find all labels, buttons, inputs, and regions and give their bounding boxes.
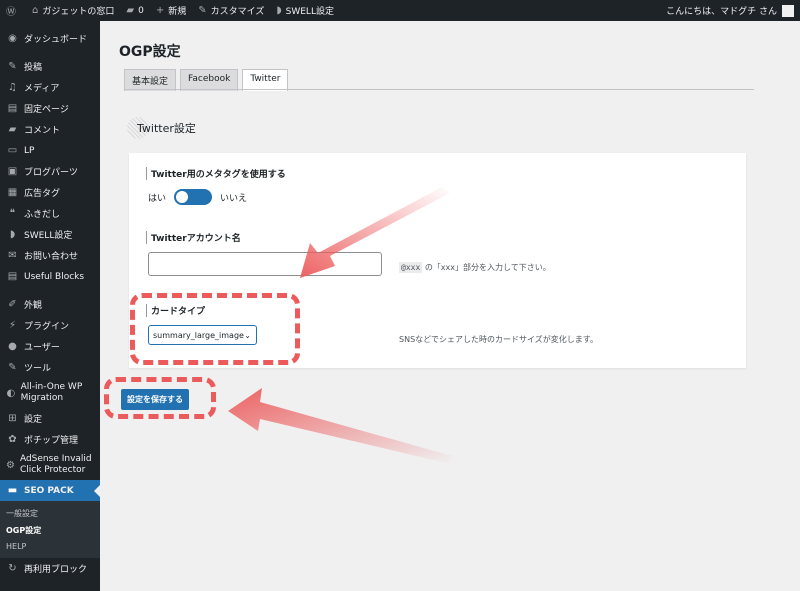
sidebar-separator	[0, 287, 100, 294]
sidebar-item-label: 投稿	[24, 63, 43, 73]
admin-bar: Ⓦ ⌂ ガジェットの窓口 ▰ 0 + 新規 ✎ カスタマイズ ◗ SWELL設定 こんにち…	[0, 0, 800, 21]
sidebar-item-adsense[interactable]: ⚙ AdSense Invalid Click Protector	[0, 450, 100, 480]
site-name: ガジェットの窓口	[42, 7, 115, 17]
blocks-icon: ▤	[7, 271, 18, 282]
comment-icon: ▰	[8, 124, 17, 135]
balloon-icon: ❝	[9, 208, 16, 219]
sidebar-item-label: SWELL設定	[24, 231, 73, 241]
sidebar-item-reusable-blocks[interactable]: ↻ 再利用ブロック	[0, 558, 100, 579]
swell-icon: ◗	[276, 5, 282, 16]
sidebar-item-label: 固定ページ	[24, 105, 69, 115]
annotation-arrows	[228, 187, 452, 464]
comment-icon: ▰	[126, 5, 135, 16]
pin-icon: ✎	[8, 61, 17, 72]
main-content: OGP設定 基本設定 Facebook Twitter Twitter設定 Tw…	[100, 21, 800, 591]
migration-icon: ◐	[6, 387, 16, 399]
sidebar-item-migration[interactable]: ◐ All-in-One WP Migration	[0, 378, 100, 408]
arrow-to-account-field	[300, 187, 450, 278]
sidebar-item-comments[interactable]: ▰ コメント	[0, 119, 100, 140]
new-label: 新規	[168, 7, 187, 17]
sidebar-item-dashboard[interactable]: ◉ ダッシュボード	[0, 27, 100, 49]
sidebar-item-tools[interactable]: ✎ ツール	[0, 357, 100, 378]
swell-icon: ◗	[9, 229, 16, 240]
sidebar-item-label: コメント	[24, 126, 61, 136]
user-icon: ●	[8, 341, 17, 352]
customize-menu[interactable]: ✎ カスタマイズ	[192, 0, 270, 21]
sidebar-item-label: ポチップ管理	[24, 436, 79, 446]
sidebar-item-label: ブログパーツ	[24, 168, 78, 178]
sidebar-item-useful-blocks[interactable]: ▤ Useful Blocks	[0, 266, 100, 287]
brush-icon: ✎	[198, 5, 207, 16]
sidebar-item-users[interactable]: ● ユーザー	[0, 336, 100, 357]
media-icon: ♫	[8, 82, 17, 93]
account-menu[interactable]: こんにちは、マドグチ さん	[660, 0, 800, 21]
sidebar-item-label: Useful Blocks	[24, 271, 85, 282]
sidebar-item-label: LP	[24, 145, 35, 156]
ad-tag-icon: ▦	[7, 187, 18, 198]
sidebar-item-posts[interactable]: ✎ 投稿	[0, 56, 100, 77]
sidebar-item-label: 外観	[24, 301, 43, 311]
sidebar-item-pochipp[interactable]: ✿ ポチップ管理	[0, 429, 100, 450]
sidebar-item-pages[interactable]: ▤ 固定ページ	[0, 98, 100, 119]
submenu-item-ogp[interactable]: OGP設定	[0, 522, 100, 539]
sidebar-item-lp[interactable]: ▭ LP	[0, 140, 100, 161]
sidebar-item-label: メディア	[24, 84, 60, 94]
sidebar-item-label: All-in-One WP Migration	[20, 382, 83, 403]
submenu-item-general[interactable]: 一般設定	[0, 505, 100, 522]
tool-icon: ✎	[8, 362, 17, 373]
swell-menu[interactable]: ◗ SWELL設定	[270, 0, 340, 21]
avatar	[782, 4, 794, 17]
adsense-icon: ⚙	[6, 459, 15, 471]
seo-pack-icon: ▬	[7, 485, 18, 496]
plus-icon: +	[155, 5, 165, 16]
sidebar-item-label: ツール	[24, 364, 52, 374]
sidebar-item-label: ユーザー	[24, 343, 60, 353]
submenu-item-help[interactable]: HELP	[0, 539, 100, 554]
sidebar-item-contact[interactable]: ✉ お問い合わせ	[0, 245, 100, 266]
sidebar-item-seo-pack[interactable]: ▬ SEO PACK	[0, 480, 100, 501]
comments-count: 0	[138, 5, 144, 16]
appearance-icon: ✐	[8, 299, 17, 310]
home-icon: ⌂	[32, 5, 39, 16]
sidebar-item-label: ふきだし	[24, 210, 61, 220]
wp-logo-menu[interactable]: Ⓦ	[0, 0, 26, 21]
sidebar-item-label: 再利用ブロック	[24, 565, 88, 575]
sidebar-item-label: ダッシュボード	[24, 34, 88, 45]
dashboard-icon: ◉	[8, 32, 17, 44]
pochipp-icon: ✿	[8, 434, 17, 445]
sidebar-item-label: 設定	[24, 415, 43, 425]
reuse-block-icon: ↻	[8, 563, 17, 574]
plugin-icon: ⚡	[8, 320, 17, 331]
sidebar-item-ad-tag[interactable]: ▦ 広告タグ	[0, 182, 100, 203]
sidebar-item-plugins[interactable]: ⚡ プラグイン	[0, 315, 100, 336]
arrow-to-save-button	[228, 388, 452, 464]
sidebar-item-blog-parts[interactable]: ▣ ブログパーツ	[0, 161, 100, 182]
sidebar-item-balloon[interactable]: ❝ ふきだし	[0, 203, 100, 224]
sidebar-item-media[interactable]: ♫ メディア	[0, 77, 100, 98]
lp-icon: ▭	[7, 145, 18, 156]
sidebar-item-label: プラグイン	[24, 322, 70, 332]
seo-pack-submenu: 一般設定 OGP設定 HELP	[0, 501, 100, 558]
sidebar-item-appearance[interactable]: ✐ 外観	[0, 294, 100, 315]
site-name-menu[interactable]: ⌂ ガジェットの窓口	[26, 0, 120, 21]
swell-label: SWELL設定	[285, 7, 334, 17]
admin-sidebar: ◉ ダッシュボード ✎ 投稿 ♫ メディア ▤ 固定ページ ▰ コメント ▭ LP ▣ ブログ…	[0, 21, 100, 591]
sidebar-item-settings[interactable]: ⊞ 設定	[0, 408, 100, 429]
customize-label: カスタマイズ	[210, 7, 265, 17]
mail-icon: ✉	[8, 250, 17, 261]
new-content-menu[interactable]: + 新規	[150, 0, 192, 21]
comments-menu[interactable]: ▰ 0	[120, 0, 149, 21]
sidebar-item-label: SEO PACK	[24, 485, 74, 496]
sidebar-item-label: 広告タグ	[24, 189, 61, 199]
sidebar-item-label: お問い合わせ	[24, 252, 79, 262]
greeting: こんにちは、マドグチ さん	[666, 7, 777, 17]
sidebar-item-label: AdSense Invalid Click Protector	[19, 454, 92, 475]
sidebar-separator	[0, 49, 100, 56]
sidebar-item-swell[interactable]: ◗ SWELL設定	[0, 224, 100, 245]
settings-icon: ⊞	[8, 413, 17, 424]
wordpress-icon: Ⓦ	[6, 7, 16, 18]
page-icon: ▤	[7, 103, 18, 114]
blog-parts-icon: ▣	[7, 166, 18, 177]
